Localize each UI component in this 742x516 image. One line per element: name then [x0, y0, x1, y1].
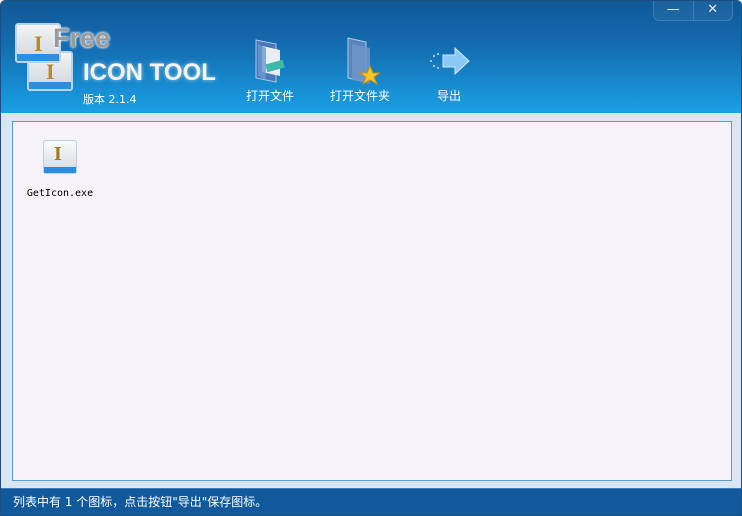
close-button[interactable]: ✕ — [694, 1, 733, 20]
export-button[interactable]: 导出 — [426, 35, 472, 104]
icon-list-panel[interactable]: I GetIcon.exe — [12, 121, 732, 481]
app-window: — ✕ I I Free ICON TOOL 版本 2.1.4 打开文件 打开文… — [0, 0, 742, 516]
open-file-label: 打开文件 — [245, 89, 294, 103]
export-label: 导出 — [436, 89, 461, 103]
file-item[interactable]: I GetIcon.exe — [25, 140, 95, 199]
open-file-button[interactable]: 打开文件 — [241, 35, 299, 104]
status-bar: 列表中有 1 个图标，点击按钮"导出"保存图标。 — [1, 488, 741, 515]
file-name: GetIcon.exe — [26, 188, 94, 199]
logo-free-text: Free — [53, 23, 111, 53]
version-label: 版本 2.1.4 — [83, 93, 137, 106]
exe-icon: I — [43, 140, 77, 174]
open-folder-button[interactable]: 打开文件夹 — [329, 35, 391, 104]
header: — ✕ I I Free ICON TOOL 版本 2.1.4 打开文件 打开文… — [1, 1, 741, 113]
open-folder-label: 打开文件夹 — [329, 89, 390, 103]
window-controls: — ✕ — [653, 1, 733, 21]
minimize-button[interactable]: — — [654, 1, 694, 20]
logo-title: ICON TOOL — [83, 59, 216, 86]
export-arrow-icon — [426, 35, 472, 87]
open-folder-icon — [329, 35, 391, 87]
open-file-icon — [241, 35, 299, 87]
